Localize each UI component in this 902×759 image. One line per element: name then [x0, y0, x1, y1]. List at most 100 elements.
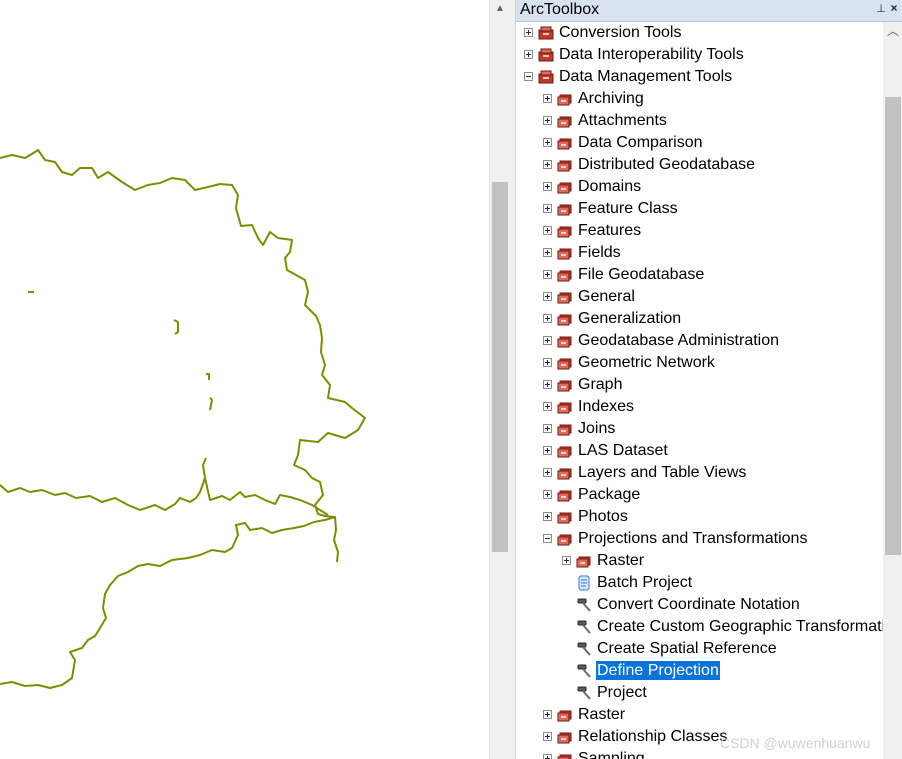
expand-icon[interactable]	[543, 424, 552, 433]
scroll-up-arrow-icon[interactable]: ▲	[490, 0, 510, 18]
expand-icon[interactable]	[543, 270, 552, 279]
tree-item-label: Projections and Transformations	[578, 530, 808, 547]
tree-item[interactable]: General	[516, 286, 883, 308]
expand-icon[interactable]	[543, 314, 552, 323]
map-vertical-scrollbar[interactable]: ▲	[489, 0, 509, 759]
toolset-icon	[557, 707, 573, 723]
tree-item[interactable]: Data Management Tools	[516, 66, 883, 88]
tree-item[interactable]: Attachments	[516, 110, 883, 132]
tree-item-label: Archiving	[578, 90, 644, 107]
tree-item[interactable]: Fields	[516, 242, 883, 264]
tree-item-label: Distributed Geodatabase	[578, 156, 755, 173]
expand-icon[interactable]	[543, 138, 552, 147]
expand-icon[interactable]	[543, 248, 552, 257]
tree-item[interactable]: Generalization	[516, 308, 883, 330]
expand-icon[interactable]	[543, 380, 552, 389]
map-canvas[interactable]	[0, 0, 489, 759]
tree-item[interactable]: Batch Project	[516, 572, 883, 594]
panel-title-bar[interactable]: ArcToolbox ⊥ ×	[516, 0, 902, 22]
tree-item-label: Photos	[578, 508, 628, 525]
tree-item[interactable]: Joins	[516, 418, 883, 440]
expand-icon[interactable]	[543, 204, 552, 213]
toolset-icon	[557, 465, 573, 481]
tree-item[interactable]: Domains	[516, 176, 883, 198]
tree-item[interactable]: Project	[516, 682, 883, 704]
tree-vertical-scrollbar[interactable]: ︿	[883, 22, 902, 759]
toolset-icon	[557, 289, 573, 305]
tree-item[interactable]: Define Projection	[516, 660, 883, 682]
boundary-line-middle	[0, 457, 329, 516]
expand-icon[interactable]	[543, 226, 552, 235]
tree-item-label: Indexes	[578, 398, 635, 415]
expand-icon[interactable]	[562, 556, 571, 565]
tree-item[interactable]: Indexes	[516, 396, 883, 418]
close-icon[interactable]: ×	[888, 1, 900, 19]
collapse-icon[interactable]	[524, 72, 533, 81]
expand-icon[interactable]	[543, 490, 552, 499]
tree-item-label: Sampling	[578, 750, 645, 759]
expand-icon[interactable]	[524, 28, 533, 37]
tree-scrollbar-thumb[interactable]	[885, 97, 901, 555]
pin-icon[interactable]: ⊥	[875, 2, 887, 18]
tree-item-label: Features	[578, 222, 642, 239]
expand-icon[interactable]	[543, 402, 552, 411]
tree-item[interactable]: File Geodatabase	[516, 264, 883, 286]
expand-icon[interactable]	[543, 446, 552, 455]
expand-icon[interactable]	[543, 512, 552, 521]
toolbox-icon	[538, 69, 554, 85]
tree-item-label: Package	[578, 486, 641, 503]
map-scrollbar-thumb[interactable]	[492, 182, 508, 552]
expand-icon[interactable]	[543, 732, 552, 741]
tree-item-label: Feature Class	[578, 200, 678, 217]
map-view[interactable]	[0, 0, 489, 759]
tree-item-label: Geometric Network	[578, 354, 715, 371]
tree-item-label: LAS Dataset	[578, 442, 668, 459]
tree-item[interactable]: Graph	[516, 374, 883, 396]
tree-item[interactable]: Raster	[516, 550, 883, 572]
tree-item[interactable]: Features	[516, 220, 883, 242]
collapse-icon[interactable]	[543, 534, 552, 543]
tree-item-label: Data Management Tools	[559, 68, 733, 85]
tree-item[interactable]: Package	[516, 484, 883, 506]
tree-item[interactable]: Projections and Transformations	[516, 528, 883, 550]
tree-item[interactable]: Conversion Tools	[516, 22, 883, 44]
toolset-icon	[557, 91, 573, 107]
tree-item[interactable]: LAS Dataset	[516, 440, 883, 462]
toolset-icon	[557, 333, 573, 349]
expand-icon[interactable]	[543, 468, 552, 477]
toolset-icon	[557, 531, 573, 547]
toolset-icon	[557, 509, 573, 525]
tree-item[interactable]: Geometric Network	[516, 352, 883, 374]
expand-icon[interactable]	[543, 182, 552, 191]
tree-item[interactable]: Geodatabase Administration	[516, 330, 883, 352]
tree-item[interactable]: Layers and Table Views	[516, 462, 883, 484]
expand-icon[interactable]	[543, 336, 552, 345]
tree-item[interactable]: Data Comparison	[516, 132, 883, 154]
chevron-up-icon[interactable]: ︿	[883, 22, 902, 40]
expand-icon[interactable]	[543, 358, 552, 367]
expand-icon[interactable]	[543, 710, 552, 719]
tree-item[interactable]: Create Custom Geographic Transformation	[516, 616, 883, 638]
tree-item-label: Data Interoperability Tools	[559, 46, 744, 63]
tree-item[interactable]: Feature Class	[516, 198, 883, 220]
tree-item-label: Fields	[578, 244, 621, 261]
tree-item-label: Relationship Classes	[578, 728, 728, 745]
expand-icon[interactable]	[524, 50, 533, 59]
expand-icon[interactable]	[543, 94, 552, 103]
tree-item-label: Generalization	[578, 310, 682, 327]
tree-item[interactable]: Photos	[516, 506, 883, 528]
tree-item-label: Geodatabase Administration	[578, 332, 780, 349]
tree-item[interactable]: Data Interoperability Tools	[516, 44, 883, 66]
tree-item[interactable]: Raster	[516, 704, 883, 726]
toolset-icon	[557, 729, 573, 745]
expand-icon[interactable]	[543, 116, 552, 125]
hammer-icon	[576, 663, 592, 679]
tree-item[interactable]: Archiving	[516, 88, 883, 110]
tree-item[interactable]: Convert Coordinate Notation	[516, 594, 883, 616]
boundary-fragment-4	[209, 397, 213, 411]
expand-icon[interactable]	[543, 160, 552, 169]
tree-item[interactable]: Create Spatial Reference	[516, 638, 883, 660]
expand-icon[interactable]	[543, 292, 552, 301]
tree-item[interactable]: Distributed Geodatabase	[516, 154, 883, 176]
expand-icon[interactable]	[543, 754, 552, 759]
